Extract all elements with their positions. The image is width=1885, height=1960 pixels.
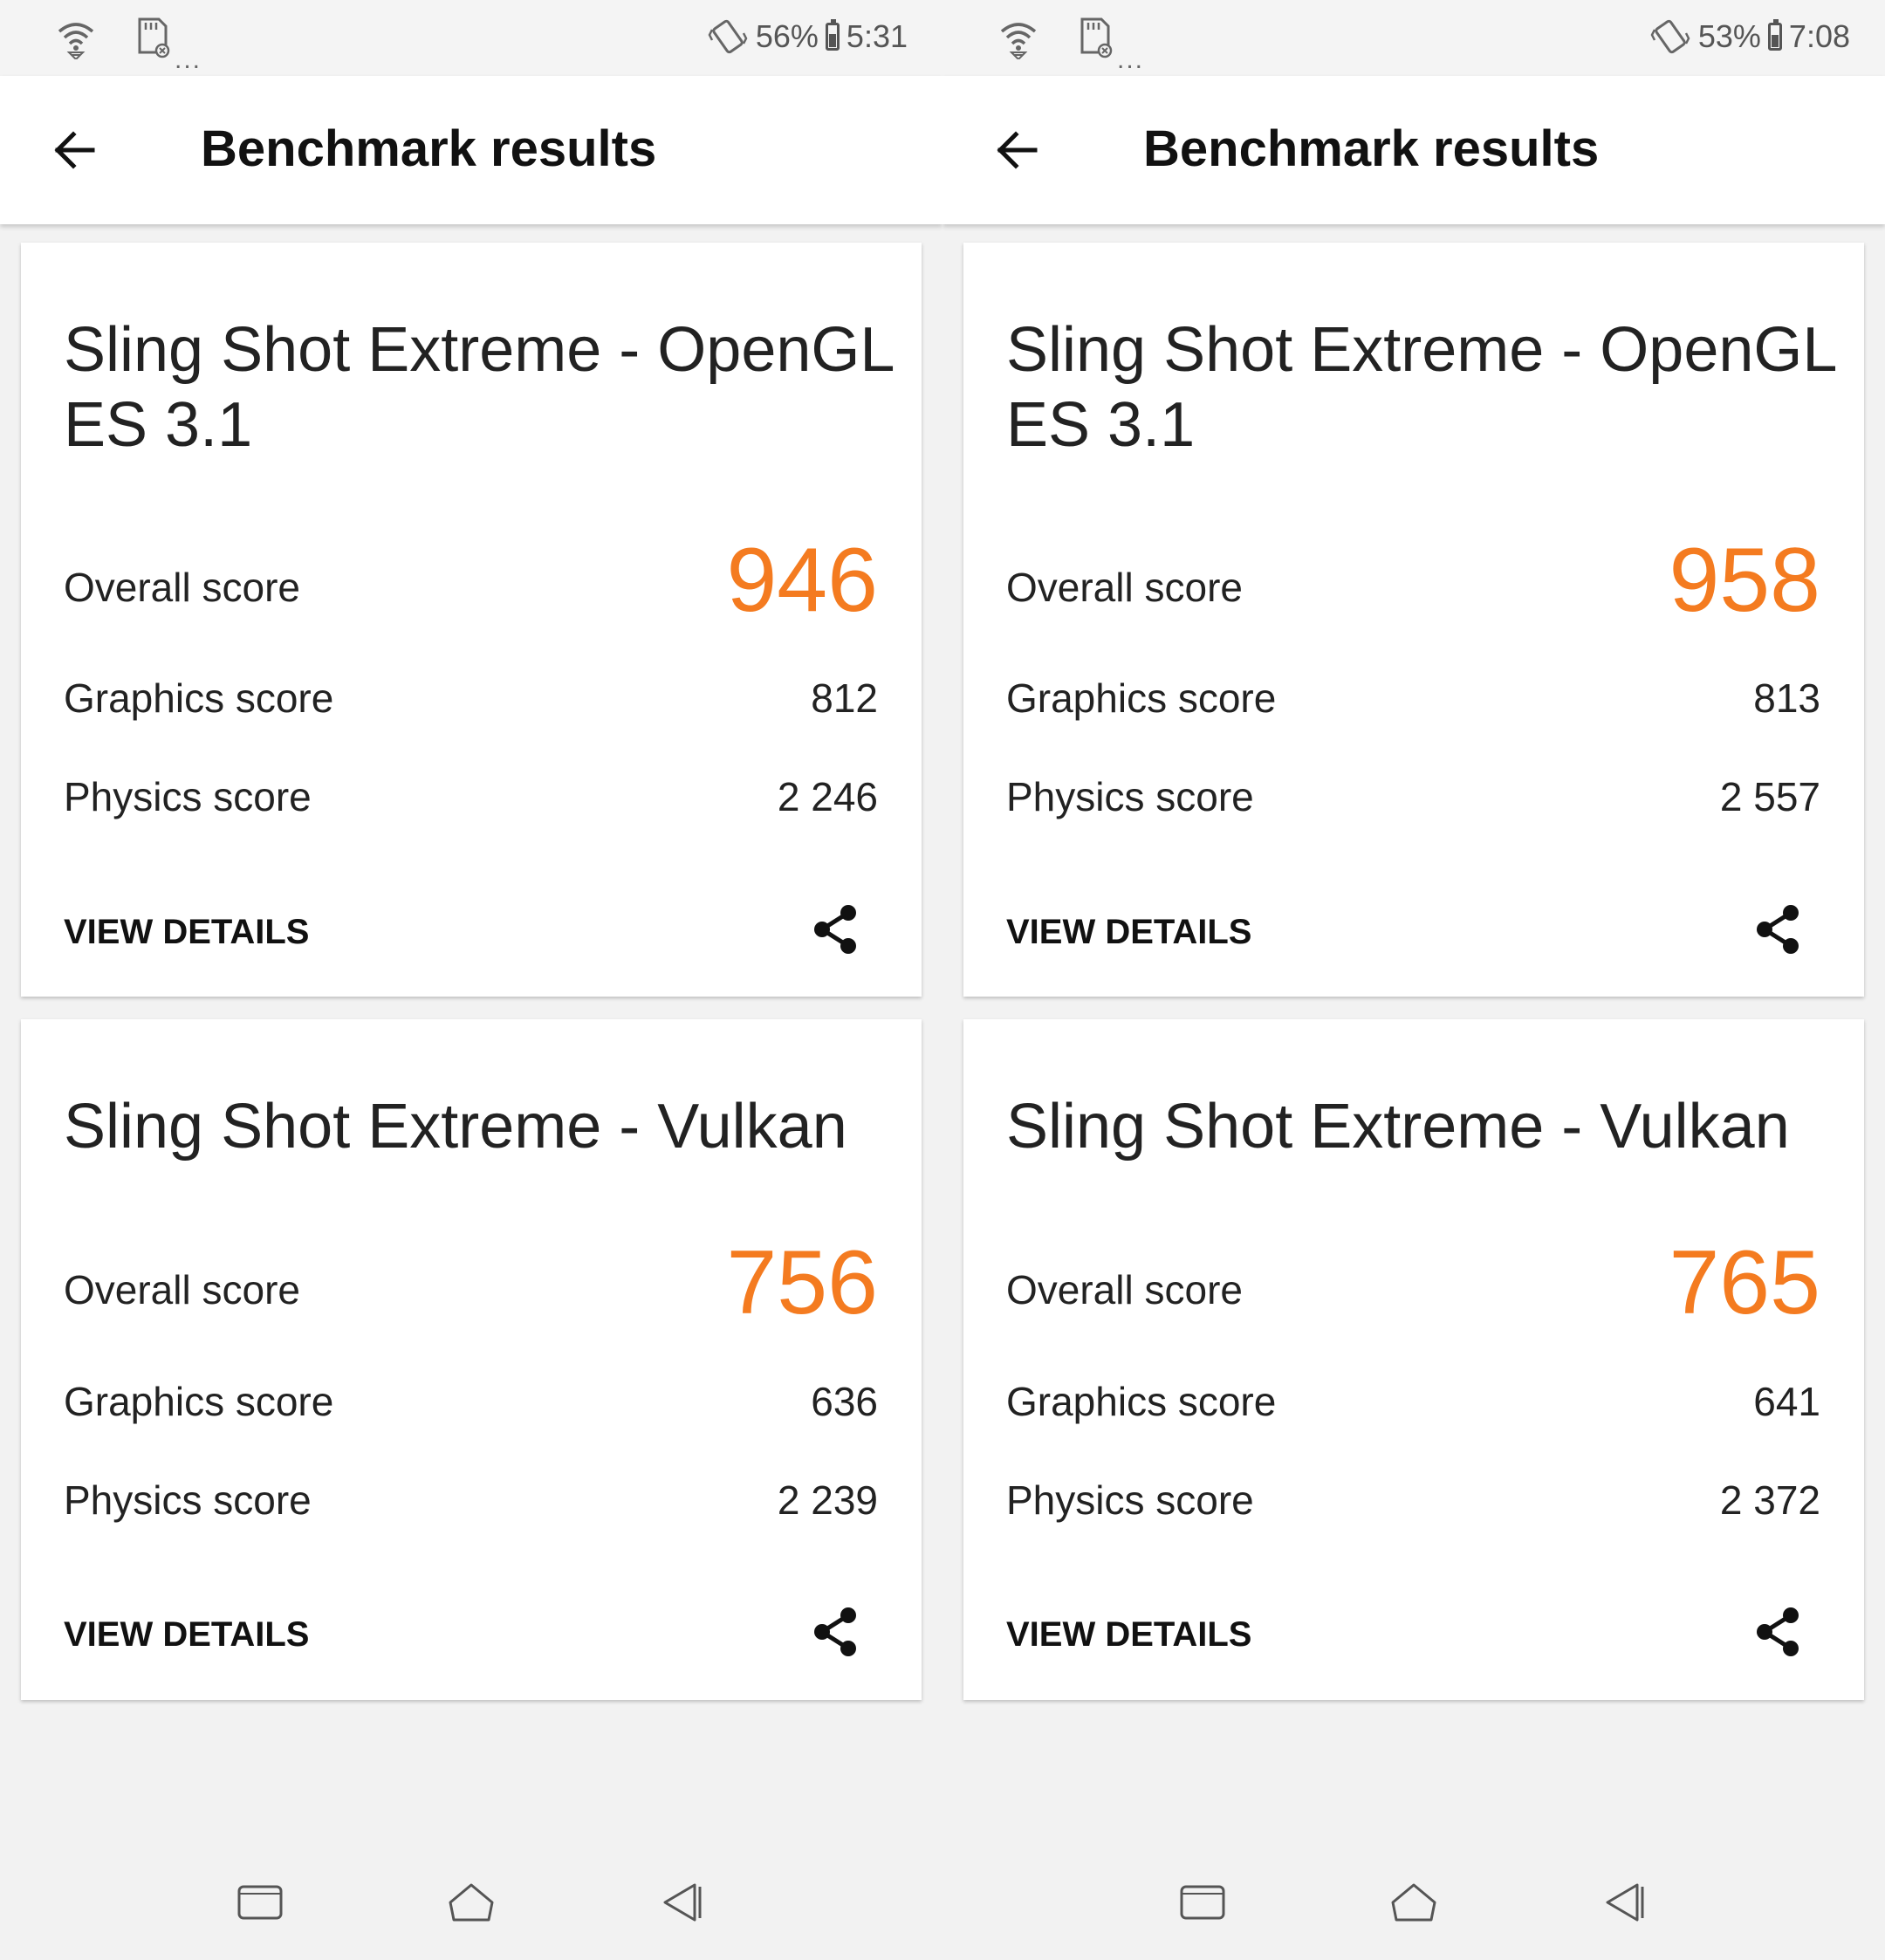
home-icon[interactable] — [445, 1876, 497, 1929]
overall-score-value: 756 — [726, 1232, 878, 1333]
graphics-score-value: 812 — [811, 675, 878, 721]
overall-score-row: Overall score 946 — [64, 529, 878, 631]
graphics-score-value: 641 — [1753, 1379, 1820, 1424]
view-details-button[interactable]: VIEW DETAILS — [64, 913, 309, 952]
back-icon[interactable] — [1599, 1876, 1651, 1929]
home-icon[interactable] — [1388, 1876, 1440, 1929]
view-details-button[interactable]: VIEW DETAILS — [1006, 1615, 1251, 1655]
screen-right: ... 53% 7:08 Benchmark results Sling Sho… — [942, 0, 1885, 1960]
clock: 5:31 — [846, 18, 908, 54]
graphics-score-label: Graphics score — [64, 1379, 334, 1424]
overall-score-label: Overall score — [64, 1267, 300, 1312]
overall-score-row: Overall score 958 — [1006, 529, 1820, 631]
notification-overflow: ... — [1117, 45, 1145, 74]
back-arrow-icon[interactable] — [988, 120, 1049, 181]
physics-score-value: 2 239 — [777, 1477, 878, 1523]
overall-score-value: 765 — [1669, 1232, 1820, 1333]
share-icon[interactable] — [1751, 901, 1806, 957]
physics-score-label: Physics score — [64, 1477, 312, 1523]
physics-score-value: 2 557 — [1719, 774, 1820, 819]
app-bar: Benchmark results — [942, 76, 1885, 224]
physics-score-label: Physics score — [1006, 1477, 1254, 1523]
comparison-view: ... 56% 5:31 Benchmark results Sling Sho… — [0, 0, 1885, 1960]
result-card: Sling Shot Extreme - Vulkan Overall scor… — [963, 1019, 1864, 1700]
sd-card-icon — [138, 17, 170, 58]
result-card: Sling Shot Extreme - OpenGL ES 3.1 Overa… — [963, 243, 1864, 997]
recents-icon[interactable] — [1176, 1876, 1229, 1929]
view-details-button[interactable]: VIEW DETAILS — [64, 1615, 309, 1655]
overall-score-label: Overall score — [64, 565, 300, 610]
back-arrow-icon[interactable] — [45, 120, 106, 181]
graphics-score-label: Graphics score — [1006, 1379, 1277, 1424]
app-bar: Benchmark results — [0, 76, 942, 224]
overall-score-label: Overall score — [1006, 1267, 1243, 1312]
battery-percent: 56% — [755, 18, 819, 54]
result-card: Sling Shot Extreme - OpenGL ES 3.1 Overa… — [21, 243, 922, 997]
wifi-icon — [58, 23, 94, 59]
overall-score-value: 958 — [1669, 530, 1820, 631]
physics-score-value: 2 372 — [1719, 1477, 1820, 1523]
status-bar: ... 56% 5:31 — [0, 0, 942, 76]
physics-score-label: Physics score — [64, 774, 312, 819]
physics-score-value: 2 246 — [777, 774, 878, 819]
battery-percent: 53% — [1697, 18, 1761, 54]
status-bar: ... 53% 7:08 — [942, 0, 1885, 76]
graphics-score-value: 636 — [811, 1379, 878, 1424]
overall-score-label: Overall score — [1006, 565, 1243, 610]
graphics-score-value: 813 — [1753, 675, 1820, 721]
page-title: Benchmark results — [201, 120, 657, 177]
overall-score-row: Overall score 765 — [1006, 1231, 1820, 1333]
graphics-score-label: Graphics score — [64, 675, 334, 721]
share-icon[interactable] — [808, 901, 864, 957]
share-icon[interactable] — [1751, 1604, 1806, 1660]
battery-icon — [1767, 19, 1782, 51]
benchmark-title: Sling Shot Extreme - OpenGL ES 3.1 — [1006, 315, 1835, 460]
recents-icon[interactable] — [234, 1876, 286, 1929]
physics-score-label: Physics score — [1006, 774, 1254, 819]
share-icon[interactable] — [808, 1604, 864, 1660]
benchmark-title: Sling Shot Extreme - Vulkan — [64, 1092, 847, 1162]
screen-left: ... 56% 5:31 Benchmark results Sling Sho… — [0, 0, 942, 1960]
vibrate-icon — [708, 19, 748, 54]
notification-overflow: ... — [175, 45, 202, 74]
overall-score-value: 946 — [726, 530, 878, 631]
navigation-bar — [942, 1843, 1885, 1960]
graphics-score-label: Graphics score — [1006, 675, 1277, 721]
benchmark-title: Sling Shot Extreme - Vulkan — [1006, 1092, 1790, 1162]
battery-icon — [825, 19, 840, 51]
result-card: Sling Shot Extreme - Vulkan Overall scor… — [21, 1019, 922, 1700]
benchmark-title: Sling Shot Extreme - OpenGL ES 3.1 — [64, 315, 893, 460]
overall-score-row: Overall score 756 — [64, 1231, 878, 1333]
back-icon[interactable] — [656, 1876, 709, 1929]
clock: 7:08 — [1788, 18, 1850, 54]
vibrate-icon — [1650, 19, 1690, 54]
sd-card-icon — [1080, 17, 1113, 58]
view-details-button[interactable]: VIEW DETAILS — [1006, 913, 1251, 952]
navigation-bar — [0, 1843, 942, 1960]
page-title: Benchmark results — [1143, 120, 1600, 177]
wifi-icon — [1000, 23, 1037, 59]
